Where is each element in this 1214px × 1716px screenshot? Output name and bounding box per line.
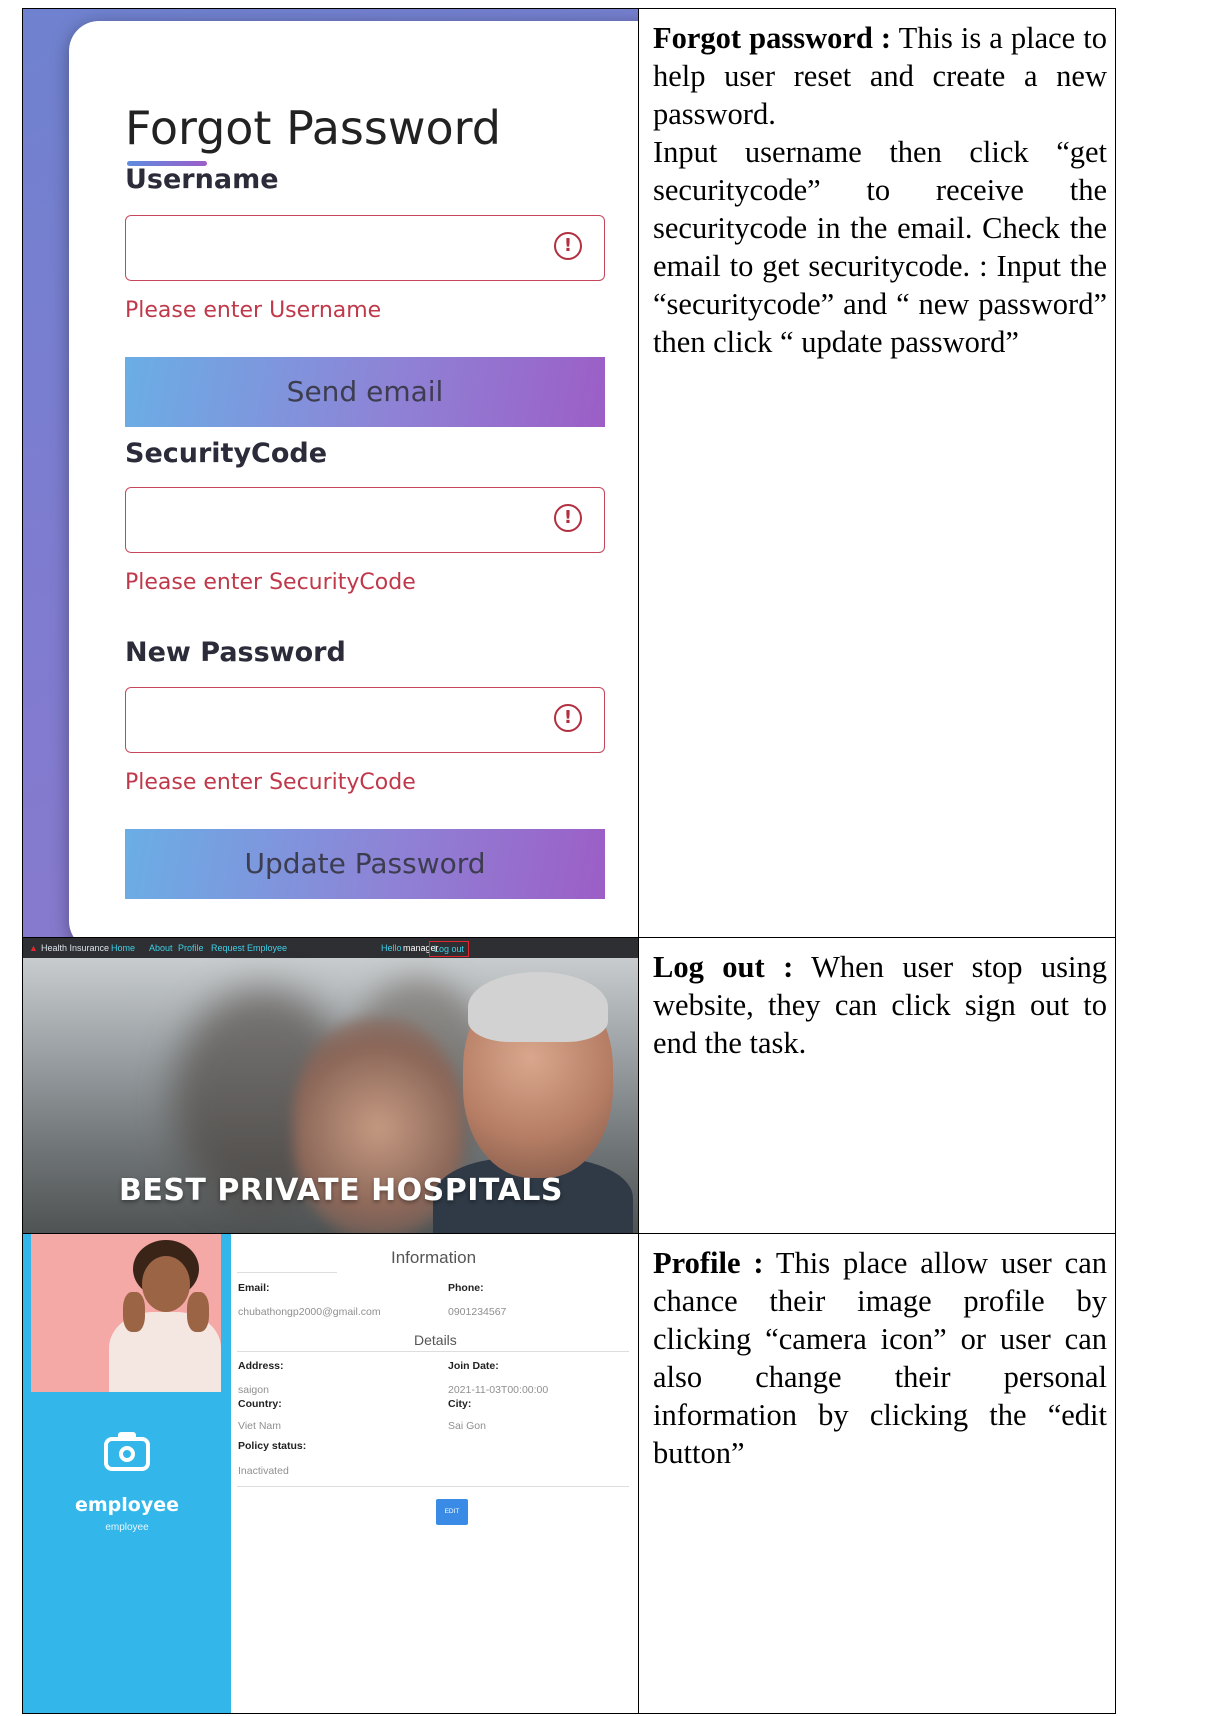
alert-icon: ! — [554, 232, 582, 260]
navbar: ▲ Health Insurance Home About Profile Re… — [23, 938, 638, 958]
username-label: Username — [125, 164, 279, 195]
hero-title: BEST PRIVATE HOSPITALS — [118, 1173, 564, 1208]
country-label: Country: — [238, 1398, 282, 1410]
alert-icon: ! — [554, 704, 582, 732]
hero-person-hair — [468, 972, 608, 1042]
profile-info-panel: Information Email: chubathongp2000@gmail… — [231, 1234, 638, 1713]
profile-description-cell: Profile : This place allow user can chan… — [638, 1233, 1116, 1714]
country-value: Viet Nam — [238, 1420, 281, 1432]
logout-description-cell: Log out : When user stop using website, … — [638, 937, 1116, 1234]
forgot-password-paragraph: Forgot password : This is a place to hel… — [653, 19, 1107, 133]
page-title: Forgot Password — [125, 101, 501, 155]
nav-profile[interactable]: Profile — [178, 938, 204, 958]
city-value: Sai Gon — [448, 1420, 486, 1432]
address-value: saigon — [238, 1384, 269, 1396]
join-date-label: Join Date: — [448, 1360, 499, 1372]
profile-sidebar: employee employee — [23, 1234, 231, 1713]
logout-screenshot-cell: ▲ Health Insurance Home About Profile Re… — [22, 937, 639, 1234]
join-date-value: 2021-11-03T00:00:00 — [448, 1384, 549, 1396]
profile-role: employee — [105, 1522, 149, 1533]
hero-banner: BEST PRIVATE HOSPITALS — [23, 958, 638, 1233]
send-email-button[interactable]: Send email — [125, 357, 605, 427]
hello-text: Hello — [381, 943, 402, 953]
new-password-input[interactable]: ! — [125, 687, 605, 753]
camera-icon[interactable] — [104, 1432, 150, 1471]
alert-icon: ! — [554, 504, 582, 532]
divider — [237, 1272, 337, 1273]
email-value: chubathongp2000@gmail.com — [238, 1306, 381, 1318]
nav-about[interactable]: About — [149, 938, 173, 958]
new-password-error: Please enter SecurityCode — [125, 770, 416, 795]
security-code-error: Please enter SecurityCode — [125, 570, 416, 595]
policy-status-value: Inactivated — [238, 1465, 289, 1477]
document-table: Forgot Password Username ! Please enter … — [22, 8, 1214, 1714]
information-heading: Information — [391, 1248, 477, 1267]
divider — [237, 1486, 629, 1487]
security-code-input[interactable]: ! — [125, 487, 605, 553]
brand-logo-icon: ▲ — [29, 943, 38, 953]
avatar-hand — [187, 1292, 209, 1332]
forgot-password-screenshot-cell: Forgot Password Username ! Please enter … — [22, 8, 639, 938]
phone-value: 0901234567 — [448, 1306, 507, 1318]
section-title: Profile : — [653, 1246, 764, 1280]
logout-link[interactable]: Log out — [429, 941, 470, 957]
username-error: Please enter Username — [125, 298, 382, 323]
forgot-password-instructions: Input username then click “get securityc… — [653, 135, 1107, 359]
phone-label: Phone: — [448, 1282, 484, 1294]
forgot-password-description-cell: Forgot password : This is a place to hel… — [638, 8, 1116, 938]
nav-request-employee[interactable]: Request Employee — [211, 938, 287, 958]
email-label: Email: — [238, 1282, 270, 1294]
section-title: Log out : — [653, 950, 794, 984]
avatar-face — [142, 1256, 190, 1312]
username-input[interactable]: ! — [125, 215, 605, 281]
profile-name: employee — [74, 1494, 179, 1516]
city-label: City: — [448, 1398, 472, 1410]
avatar-hand — [123, 1292, 145, 1332]
logout-paragraph: Log out : When user stop using website, … — [653, 948, 1107, 1062]
edit-button[interactable]: EDIT — [436, 1499, 468, 1525]
new-password-label: New Password — [125, 637, 346, 668]
policy-status-label: Policy status: — [238, 1440, 307, 1452]
avatar — [31, 1234, 221, 1392]
section-title: Forgot password : — [653, 21, 892, 55]
profile-screenshot-cell: employee employee Information Email: chu… — [22, 1233, 639, 1714]
update-password-button[interactable]: Update Password — [125, 829, 605, 899]
security-code-label: SecurityCode — [125, 438, 328, 469]
brand-name[interactable]: Health Insurance — [41, 938, 109, 958]
divider — [237, 1351, 629, 1352]
address-label: Address: — [238, 1360, 284, 1372]
forgot-password-card: Forgot Password Username ! Please enter … — [69, 21, 638, 937]
nav-home[interactable]: Home — [111, 938, 135, 958]
details-heading: Details — [414, 1332, 457, 1348]
profile-paragraph: Profile : This place allow user can chan… — [653, 1244, 1107, 1472]
